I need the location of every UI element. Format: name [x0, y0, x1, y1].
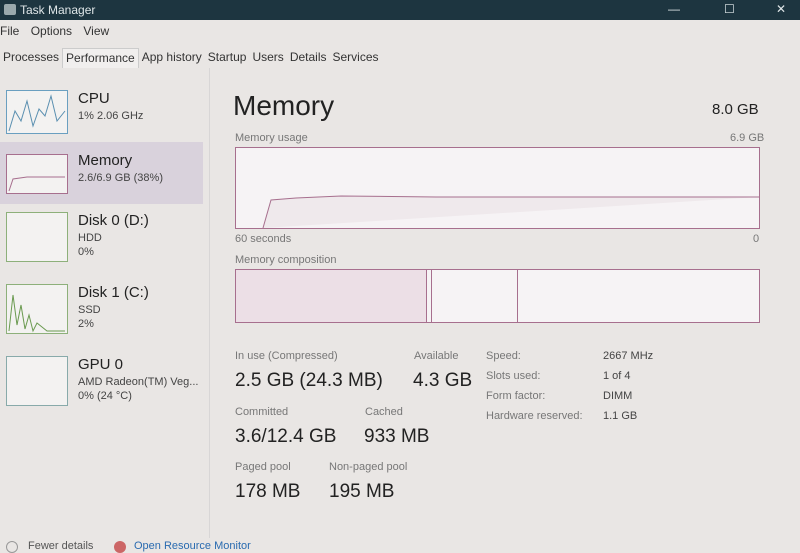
sidebar: CPU 1% 2.06 GHz Memory 2.6/6.9 GB (38%) … [0, 68, 210, 538]
nonpaged-pool-label: Non-paged pool [329, 461, 408, 473]
sidebar-item-memory[interactable]: Memory 2.6/6.9 GB (38%) [0, 142, 203, 204]
sidebar-item-detail: AMD Radeon(TM) Veg... [78, 376, 199, 388]
sidebar-item-name: Memory [78, 152, 133, 169]
tab-startup[interactable]: Startup [205, 48, 250, 68]
sidebar-item-name: GPU 0 [78, 356, 124, 373]
gpu-thumbnail-graph [6, 356, 68, 406]
tab-app-history[interactable]: App history [139, 48, 205, 68]
menu-options[interactable]: Options [31, 24, 72, 38]
sidebar-item-name: Disk 1 (C:) [78, 284, 149, 301]
sidebar-item-disk1[interactable]: Disk 1 (C:) SSD 2% [0, 282, 203, 344]
committed-label: Committed [235, 406, 289, 418]
tab-processes[interactable]: Processes [0, 48, 62, 68]
title-bar: Task Manager — ☐ ✕ [0, 0, 800, 20]
composition-modified [428, 270, 432, 322]
sidebar-item-disk0[interactable]: Disk 0 (D:) HDD 0% [0, 210, 203, 272]
form-factor-value: DIMM [603, 390, 633, 402]
hardware-reserved-label: Hardware reserved: [486, 410, 583, 422]
in-use-label: In use (Compressed) [235, 350, 338, 362]
in-use-value: 2.5 GB (24.3 MB) [235, 370, 383, 391]
menu-view[interactable]: View [83, 24, 109, 38]
committed-value: 3.6/12.4 GB [235, 426, 337, 447]
tab-users[interactable]: Users [249, 48, 286, 68]
cpu-thumbnail-graph [6, 90, 68, 134]
available-value: 4.3 GB [413, 370, 473, 391]
minimize-button[interactable]: — [668, 2, 680, 16]
sidebar-item-usage: 0% (24 °C) [78, 390, 132, 402]
chevron-up-icon [6, 541, 18, 553]
menu-bar: File Options View [0, 24, 117, 38]
sidebar-item-detail: 1% 2.06 GHz [78, 110, 144, 122]
composition-standby [433, 270, 518, 322]
open-resource-monitor-link[interactable]: Open Resource Monitor [134, 540, 251, 552]
tab-services[interactable]: Services [330, 48, 382, 68]
sidebar-item-detail: 2.6/6.9 GB (38%) [78, 172, 163, 184]
composition-in-use [236, 270, 427, 322]
paged-pool-value: 178 MB [235, 481, 301, 502]
sidebar-item-usage: 0% [78, 246, 94, 258]
sidebar-item-usage: 2% [78, 318, 94, 330]
speed-value: 2667 MHz [603, 350, 654, 362]
page-title: Memory [233, 90, 335, 121]
sidebar-item-detail: HDD [78, 232, 102, 244]
sidebar-item-name: CPU [78, 90, 110, 107]
memory-usage-max: 6.9 GB [730, 132, 765, 144]
maximize-button[interactable]: ☐ [724, 2, 735, 16]
task-manager-icon [4, 4, 16, 15]
paged-pool-label: Paged pool [235, 461, 291, 473]
sidebar-item-gpu0[interactable]: GPU 0 AMD Radeon(TM) Veg... 0% (24 °C) [0, 354, 203, 416]
available-label: Available [414, 350, 459, 362]
disk1-thumbnail-graph [6, 284, 68, 334]
sidebar-item-detail: SSD [78, 304, 101, 316]
tab-details[interactable]: Details [287, 48, 330, 68]
memory-thumbnail-graph [6, 154, 68, 194]
hardware-reserved-value: 1.1 GB [603, 410, 638, 422]
slots-value: 1 of 4 [603, 370, 631, 382]
memory-composition-bar [235, 269, 760, 323]
close-button[interactable]: ✕ [776, 2, 786, 16]
sidebar-item-name: Disk 0 (D:) [78, 212, 149, 229]
speed-label: Speed: [486, 350, 521, 362]
graph-axis-right: 0 [753, 233, 760, 245]
resource-monitor-icon [114, 541, 126, 553]
slots-label: Slots used: [486, 370, 541, 382]
disk0-thumbnail-graph [6, 212, 68, 262]
nonpaged-pool-value: 195 MB [329, 481, 395, 502]
form-factor-label: Form factor: [486, 390, 546, 402]
total-memory: 8.0 GB [712, 101, 759, 118]
memory-composition-label: Memory composition [235, 254, 337, 266]
window-title: Task Manager [20, 3, 96, 17]
cached-value: 933 MB [364, 426, 430, 447]
sidebar-item-cpu[interactable]: CPU 1% 2.06 GHz [0, 88, 203, 150]
tab-bar: Processes Performance App history Startu… [0, 48, 382, 68]
cached-label: Cached [365, 406, 403, 418]
memory-usage-label: Memory usage [235, 132, 308, 144]
menu-file[interactable]: File [0, 24, 19, 38]
tab-performance[interactable]: Performance [62, 48, 139, 68]
graph-axis-left: 60 seconds [235, 233, 292, 245]
fewer-details-link[interactable]: Fewer details [28, 540, 93, 552]
memory-usage-graph [235, 147, 760, 229]
